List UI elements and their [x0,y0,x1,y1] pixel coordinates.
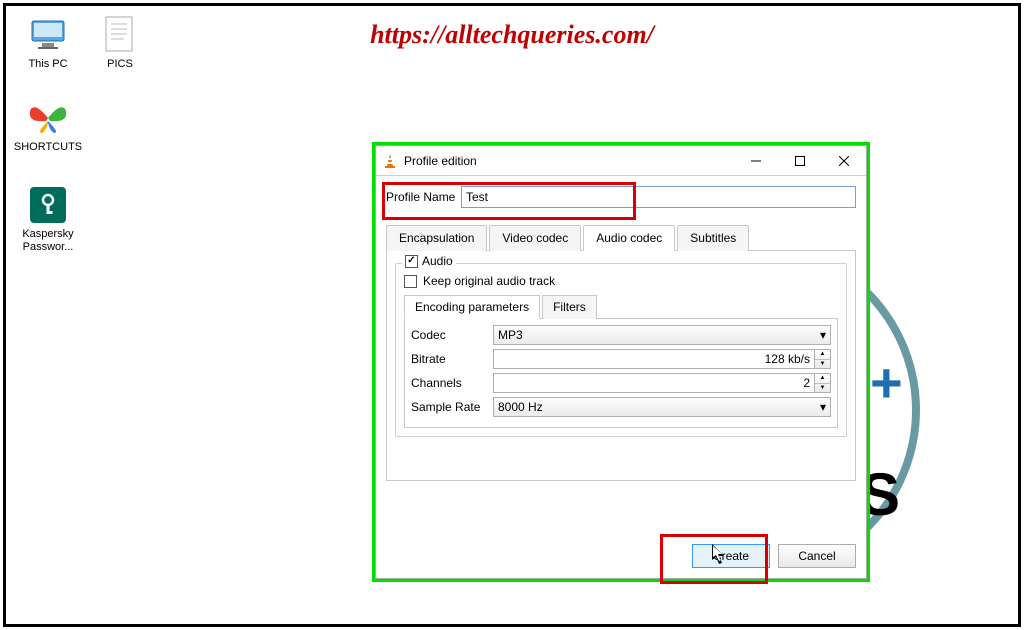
tab-bar: Encapsulation Video codec Audio codec Su… [386,224,856,251]
channels-label: Channels [411,376,493,390]
profile-name-label: Profile Name [386,190,461,204]
desktop-icon-label: Kaspersky Passwor... [12,228,84,254]
background-letter: + [870,350,903,415]
kaspersky-icon [28,185,68,225]
tab-encapsulation[interactable]: Encapsulation [386,225,487,251]
butterfly-icon [28,98,68,138]
profile-edition-dialog: Profile edition Profile Name Encapsulati… [375,145,867,579]
desktop-icon-kaspersky[interactable]: Kaspersky Passwor... [12,185,84,254]
keep-original-checkbox[interactable] [404,275,417,288]
minimize-button[interactable] [734,146,778,175]
desktop-icon-label: This PC [12,58,84,71]
samplerate-value: 8000 Hz [498,400,543,414]
vlc-cone-icon [382,153,398,169]
bitrate-field[interactable]: 128 kb/s [493,349,815,369]
text-file-icon [100,15,140,55]
keep-original-label: Keep original audio track [423,274,555,288]
audio-checkbox[interactable] [405,255,418,268]
chevron-down-icon: ▾ [820,328,826,342]
desktop-icon-label: SHORTCUTS [12,141,84,154]
chevron-down-icon: ▾ [820,400,826,414]
encoding-parameters-panel: Codec MP3 ▾ Bitrate 128 kb/s [404,319,838,428]
subtab-filters[interactable]: Filters [542,295,597,319]
tab-audio-codec[interactable]: Audio codec [583,225,675,251]
create-button[interactable]: Create [692,544,770,568]
samplerate-combo[interactable]: 8000 Hz ▾ [493,397,831,417]
tab-subtitles[interactable]: Subtitles [677,225,749,251]
audio-group: Audio Keep original audio track Encoding… [395,263,847,437]
audio-codec-panel: Audio Keep original audio track Encoding… [386,251,856,481]
channels-field[interactable]: 2 [493,373,815,393]
audio-checkbox-label: Audio [422,254,453,268]
cancel-button[interactable]: Cancel [778,544,856,568]
bitrate-label: Bitrate [411,352,493,366]
profile-name-input[interactable] [461,186,856,208]
highlight-box-dialog: Profile edition Profile Name Encapsulati… [372,142,870,582]
codec-value: MP3 [498,328,523,342]
dialog-footer: Create Cancel [376,536,866,578]
watermark-url: https://alltechqueries.com/ [370,20,654,50]
codec-label: Codec [411,328,493,342]
samplerate-label: Sample Rate [411,400,493,414]
desktop-icon-this-pc[interactable]: This PC [12,15,84,71]
subtab-encoding-parameters[interactable]: Encoding parameters [404,295,540,319]
dialog-title: Profile edition [404,154,734,168]
desktop-icon-shortcuts[interactable]: SHORTCUTS [12,98,84,154]
channels-spinner[interactable]: ▲▼ [815,373,831,393]
maximize-button[interactable] [778,146,822,175]
tab-video-codec[interactable]: Video codec [489,225,581,251]
desktop-icon-label: PICS [84,58,156,71]
this-pc-icon [28,15,68,55]
desktop-icon-pics[interactable]: PICS [84,15,156,71]
codec-combo[interactable]: MP3 ▾ [493,325,831,345]
titlebar: Profile edition [376,146,866,176]
bitrate-spinner[interactable]: ▲▼ [815,349,831,369]
close-button[interactable] [822,146,866,175]
